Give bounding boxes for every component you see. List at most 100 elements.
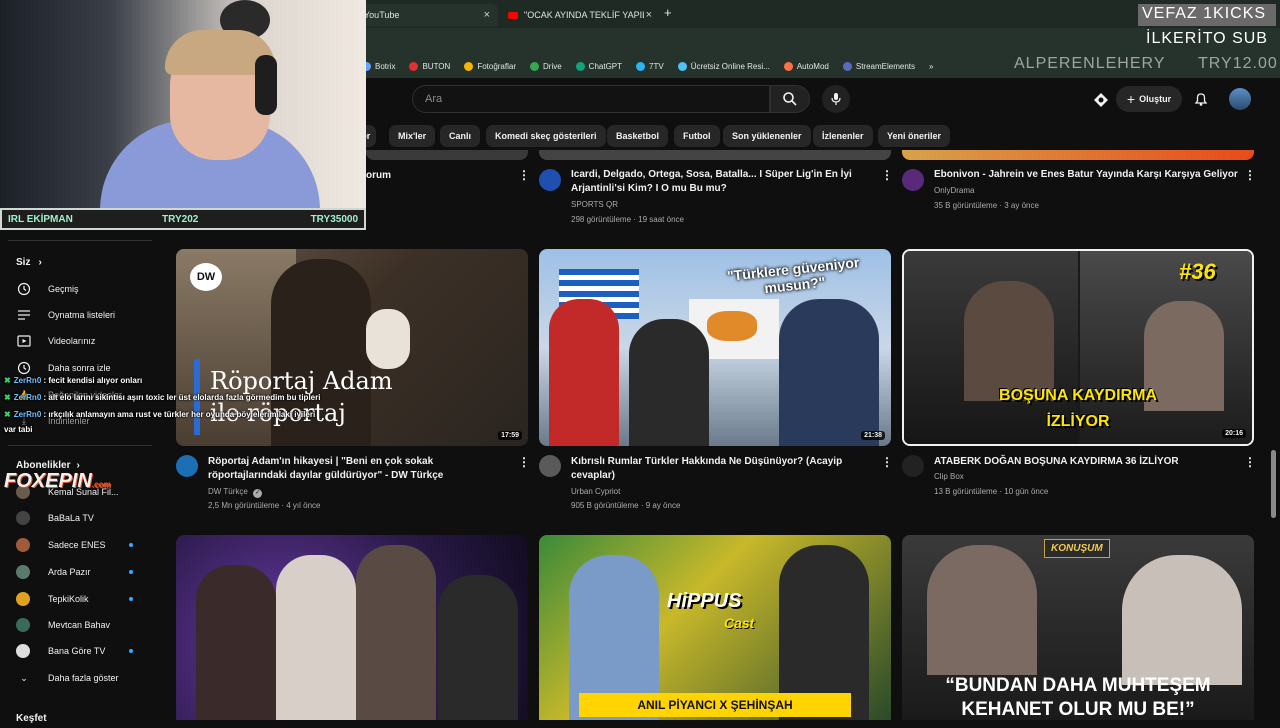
history-icon [16, 281, 32, 297]
chip-comedy[interactable]: Komedi skeç gösterileri [486, 125, 606, 147]
overlay-kicks: VEFAZ 1KICKS [1142, 5, 1267, 22]
bookmark-resize[interactable]: Ücretsiz Online Resi... [677, 61, 770, 71]
sub-label: BaBaLa TV [48, 513, 94, 523]
chip-live[interactable]: Canlı [440, 125, 481, 147]
bookmarks-overflow[interactable]: » [929, 62, 933, 71]
avatar[interactable] [1229, 88, 1251, 110]
bookmark-automod[interactable]: AutoMod [783, 61, 829, 71]
thumb-person [964, 281, 1054, 401]
thumb-title-line-2: KEHANET OLUR MU BE!” [961, 699, 1195, 720]
more-options-icon[interactable]: ⋮ [1244, 455, 1256, 469]
tab-youtube[interactable]: YouTube × [356, 4, 498, 26]
create-button[interactable]: + Oluştur [1116, 86, 1182, 112]
chevron-right-icon: › [38, 256, 42, 268]
voice-search-button[interactable] [822, 85, 850, 113]
channel-name[interactable]: OnlyDrama [934, 186, 974, 195]
video-thumbnail[interactable]: #36 BOŞUNA KAYDIRMA İZLİYOR 20:16 [902, 249, 1254, 446]
channel-name[interactable]: SPORTS QR [571, 200, 618, 209]
video-thumbnail[interactable]: "Türklere güveniyor musun?" 21:38 [539, 249, 891, 446]
chip-recently-uploaded[interactable]: Son yüklenenler [723, 125, 811, 147]
video-thumbnail[interactable] [176, 535, 528, 720]
sidebar-sub-item[interactable]: Sadece ENES [16, 535, 106, 555]
webcam-headphones [255, 55, 277, 115]
verified-icon: ✓ [253, 489, 263, 498]
channel-name[interactable]: Clip Box [934, 472, 964, 481]
close-tab-icon[interactable]: × [646, 9, 652, 21]
channel-avatar[interactable] [539, 169, 561, 191]
video-thumbnail[interactable] [539, 150, 891, 160]
more-options-icon[interactable]: ⋮ [518, 168, 530, 182]
more-options-icon[interactable]: ⋮ [1244, 168, 1256, 182]
cast-button[interactable] [1093, 92, 1109, 108]
thumb-person [549, 299, 619, 446]
sidebar-you[interactable]: Siz › [16, 252, 42, 272]
video-title[interactable]: Icardi, Delgado, Ortega, Sosa, Batalla..… [571, 168, 871, 196]
video-title[interactable]: ATABERK DOĞAN BOŞUNA KAYDIRMA 36 İZLİYOR [934, 455, 1234, 469]
tab-video[interactable]: "OCAK AYINDA TEKLİF YAPILAC × [500, 4, 660, 26]
chip-basketball[interactable]: Basketbol [607, 125, 669, 147]
new-tab-button[interactable]: + [664, 5, 672, 20]
show-more-label: Daha fazla göster [48, 673, 119, 683]
video-title[interactable]: orum [366, 169, 391, 183]
video-title[interactable]: Röportaj Adam'ın hikayesi | "Beni en çok… [208, 455, 513, 483]
sidebar-item-history[interactable]: Geçmiş [16, 279, 79, 299]
chip-mixes[interactable]: Mix'ler [389, 125, 436, 147]
video-meta: 905 B görüntüleme · 9 ay önce [571, 501, 681, 510]
bookmark-streamelements[interactable]: StreamElements [842, 61, 915, 71]
subscriptions-label: Abonelikler [16, 459, 71, 471]
scrollbar-thumb[interactable] [1271, 450, 1276, 518]
sidebar-sub-item[interactable]: BaBaLa TV [16, 508, 94, 528]
video-thumbnail[interactable]: HiPPUS Cast ANIL PİYANCI X ŞEHİNŞAH [539, 535, 891, 720]
sidebar-sub-item[interactable]: TepkiKolik [16, 589, 89, 609]
sidebar-item-label: Daha sonra izle [48, 363, 111, 373]
chevron-down-icon: ⌄ [20, 672, 28, 683]
bookmark-botrix[interactable]: Botrix [362, 61, 395, 71]
close-tab-icon[interactable]: × [484, 9, 490, 21]
search-input[interactable]: Ara [412, 85, 770, 113]
hippus-logo-sub: Cast [724, 615, 755, 631]
channel-name[interactable]: Urban Cypriot [571, 487, 620, 496]
sponsor-tld: .com [91, 480, 111, 489]
video-thumbnail[interactable]: KONUŞUM “BUNDAN DAHA MUHTEŞEM KEHANET OL… [902, 535, 1254, 720]
chip-new-to-you[interactable]: Yeni öneriler [878, 125, 951, 147]
chip-watched[interactable]: İzlenenler [813, 125, 873, 147]
sub-label: TepkiKolik [48, 594, 89, 604]
video-title[interactable]: Ebonivon - Jahrein ve Enes Batur Yayında… [934, 168, 1244, 182]
notifications-button[interactable] [1193, 91, 1209, 107]
channel-avatar[interactable] [539, 455, 561, 477]
chat-username: ZerRn0 [13, 410, 42, 419]
more-options-icon[interactable]: ⋮ [881, 455, 893, 469]
channel-avatar[interactable] [902, 169, 924, 191]
sidebar-item-watch-later[interactable]: Daha sonra izle [16, 358, 111, 378]
video-thumbnail[interactable] [366, 150, 528, 160]
search-button[interactable] [770, 85, 810, 113]
bell-icon [1194, 93, 1208, 106]
show-more-button[interactable]: ⌄ Daha fazla göster [16, 668, 119, 688]
sidebar-sub-item[interactable]: Bana Göre TV [16, 641, 105, 661]
webcam-overlay [0, 0, 366, 208]
more-options-icon[interactable]: ⋮ [881, 168, 893, 182]
bookmark-drive[interactable]: Drive [530, 61, 562, 71]
create-label: Oluştur [1139, 94, 1172, 104]
sidebar-item-your-videos[interactable]: Videolarınız [16, 331, 95, 351]
sidebar-sub-item[interactable]: Mevtcan Bahav [16, 615, 110, 635]
sidebar-sub-item[interactable]: Arda Pazır [16, 562, 91, 582]
chat-message: ✖ ZerRn0 : ırkçılık anlamayın ama rust ve… [4, 410, 315, 419]
bookmark-photos[interactable]: Fotoğraflar [464, 61, 516, 71]
bookmark-buton[interactable]: BUTON [409, 61, 450, 71]
chat-message-wrap: var tabi [4, 425, 33, 434]
channel-avatar[interactable] [176, 455, 198, 477]
video-thumbnail[interactable] [902, 150, 1254, 160]
sidebar-item-playlists[interactable]: Oynatma listeleri [16, 305, 115, 325]
bookmark-chatgpt[interactable]: ChatGPT [575, 61, 622, 71]
sidebar-item-label: Geçmiş [48, 284, 79, 294]
chip-football[interactable]: Futbol [674, 125, 720, 147]
bookmark-7tv[interactable]: 7TV [636, 61, 664, 71]
live-indicator [129, 543, 133, 547]
streamelements-icon [842, 61, 852, 71]
channel-avatar[interactable] [902, 455, 924, 477]
thumb-title-line-1: Röportaj Adam [210, 367, 393, 395]
channel-name[interactable]: DW Türkçe ✓ [208, 487, 263, 498]
more-options-icon[interactable]: ⋮ [518, 455, 530, 469]
video-title[interactable]: Kıbrıslı Rumlar Türkler Hakkında Ne Düşü… [571, 455, 871, 483]
